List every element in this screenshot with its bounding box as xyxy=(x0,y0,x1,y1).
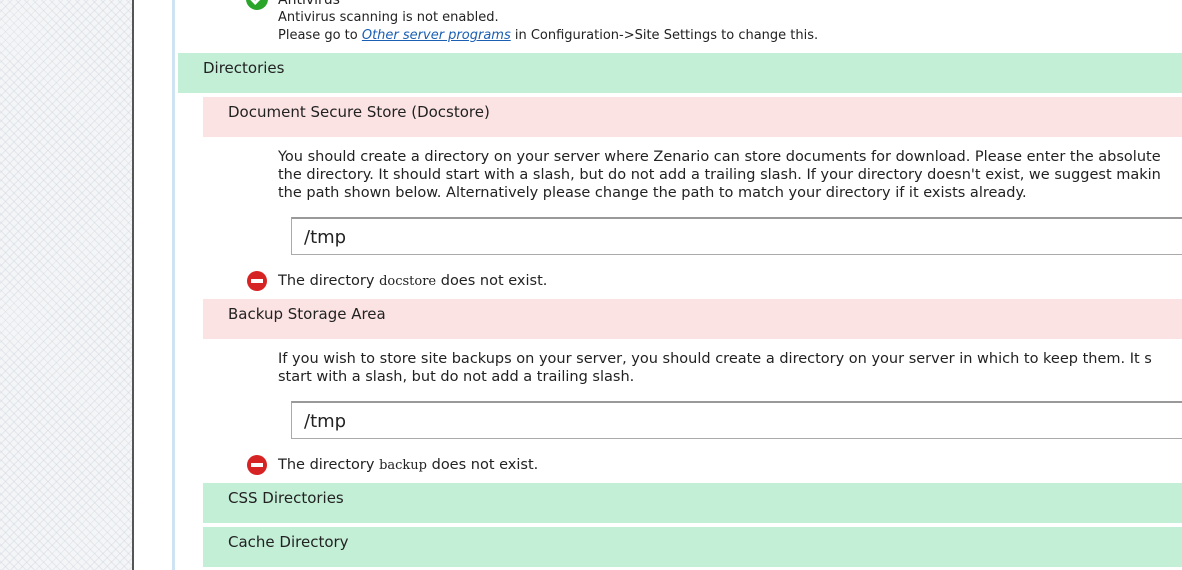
backup-header[interactable]: Backup Storage Area xyxy=(203,299,1182,339)
directories-section-header[interactable]: Directories xyxy=(178,53,1182,93)
docstore-line-2: the directory. It should start with a sl… xyxy=(278,167,1161,183)
cache-directory-title: Cache Directory xyxy=(228,533,349,551)
panel-inner-border xyxy=(172,0,175,570)
docstore-header[interactable]: Document Secure Store (Docstore) xyxy=(203,97,1182,137)
cache-directory-header[interactable]: Cache Directory xyxy=(203,527,1182,567)
antivirus-status: Antivirus scanning is not enabled. xyxy=(278,10,499,25)
backup-path-input[interactable]: /tmp xyxy=(291,401,1182,439)
error-icon xyxy=(247,455,267,475)
backup-error: The directory backup does not exist. xyxy=(278,456,538,475)
backup-title: Backup Storage Area xyxy=(228,305,386,323)
other-server-programs-link[interactable]: Other server programs xyxy=(362,28,511,43)
backup-line-2: start with a slash, but do not add a tra… xyxy=(278,369,635,385)
backup-error-prefix: The directory xyxy=(278,457,380,473)
backup-line-1: If you wish to store site backups on you… xyxy=(278,351,1152,367)
antivirus-instructions: Please go to Other server programs in Co… xyxy=(278,27,818,45)
antivirus-title: Antivirus xyxy=(278,0,340,8)
docstore-path-input[interactable]: /tmp xyxy=(291,217,1182,255)
error-icon xyxy=(247,271,267,291)
css-directories-title: CSS Directories xyxy=(228,489,344,507)
docstore-description: You should create a directory on your se… xyxy=(278,148,1161,202)
docstore-error-suffix: does not exist. xyxy=(436,273,548,289)
docstore-title: Document Secure Store (Docstore) xyxy=(228,103,490,121)
docstore-error-prefix: The directory xyxy=(278,273,380,289)
backup-description: If you wish to store site backups on you… xyxy=(278,350,1152,386)
directories-title: Directories xyxy=(203,59,285,77)
antivirus-suffix: in Configuration->Site Settings to chang… xyxy=(510,28,819,43)
css-directories-header[interactable]: CSS Directories xyxy=(203,483,1182,523)
docstore-line-3: the path shown below. Alternatively plea… xyxy=(278,185,1027,201)
antivirus-prefix: Please go to xyxy=(278,28,362,43)
backup-error-code: backup xyxy=(379,458,427,473)
docstore-error: The directory docstore does not exist. xyxy=(278,272,547,291)
backup-error-suffix: does not exist. xyxy=(427,457,539,473)
docstore-line-1: You should create a directory on your se… xyxy=(278,149,1161,165)
docstore-error-code: docstore xyxy=(379,274,437,289)
